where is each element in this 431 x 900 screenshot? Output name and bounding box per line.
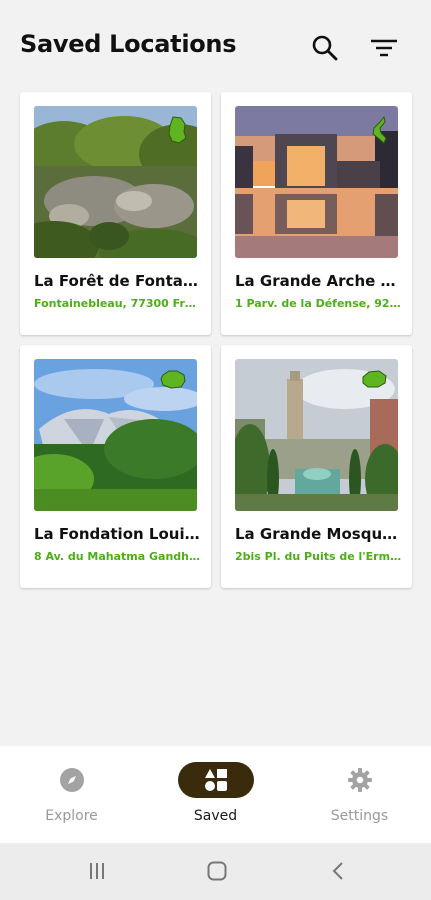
- recents-icon: [90, 863, 104, 879]
- nav-explore-icon-wrap: [34, 762, 110, 798]
- bottom-navigation: Explore Saved Settings: [0, 746, 431, 843]
- back-button[interactable]: [324, 858, 354, 884]
- search-button[interactable]: [307, 30, 343, 66]
- nav-saved-label: Saved: [193, 808, 238, 824]
- location-address: 1 Parv. de la Défense, 92800 Puteaux: [235, 297, 403, 310]
- grande-arche-photo: [235, 106, 398, 258]
- nav-saved[interactable]: Saved: [144, 746, 287, 843]
- app-header: Saved Locations: [0, 0, 431, 92]
- filter-button[interactable]: [366, 30, 402, 66]
- region-shape-icon: [168, 116, 187, 144]
- compass-icon: [59, 768, 84, 792]
- search-icon: [312, 35, 338, 61]
- region-shape-icon: [362, 370, 387, 388]
- nav-settings[interactable]: Settings: [288, 746, 431, 843]
- nav-saved-icon-wrap: [177, 762, 254, 798]
- home-button[interactable]: [202, 858, 232, 884]
- location-address: 2bis Pl. du Puits de l'Ermite, 75005 Par…: [235, 550, 403, 563]
- location-name: La Fondation Louis Vuitton: [34, 525, 202, 543]
- nav-explore[interactable]: Explore: [0, 746, 143, 843]
- locations-grid: La Forêt de Fontainebleau Fontainebleau,…: [20, 92, 412, 588]
- shapes-icon: [204, 769, 227, 791]
- location-card[interactable]: La Grande Arche de la Défense 1 Parv. de…: [221, 92, 412, 335]
- forest-photo: [34, 106, 197, 258]
- location-card[interactable]: La Forêt de Fontainebleau Fontainebleau,…: [20, 92, 211, 335]
- recents-button[interactable]: [82, 858, 112, 884]
- nav-explore-label: Explore: [45, 808, 98, 824]
- region-shape-icon: [160, 370, 186, 389]
- home-icon: [207, 861, 227, 881]
- location-address: Fontainebleau, 77300 France: [34, 297, 202, 310]
- location-card[interactable]: La Grande Mosquée de Paris 2bis Pl. du P…: [221, 345, 412, 588]
- region-shape-icon: [372, 116, 387, 144]
- location-name: La Grande Mosquée de Paris: [235, 525, 403, 543]
- nav-settings-icon-wrap: [322, 762, 398, 798]
- location-name: La Grande Arche de la Défense: [235, 272, 403, 290]
- location-address: 8 Av. du Mahatma Gandhi, 75116 Paris: [34, 550, 202, 563]
- fondation-photo: [34, 359, 197, 511]
- location-name: La Forêt de Fontainebleau: [34, 272, 202, 290]
- filter-icon: [371, 39, 397, 57]
- location-card[interactable]: La Fondation Louis Vuitton 8 Av. du Maha…: [20, 345, 211, 588]
- back-icon: [332, 862, 343, 880]
- gear-icon: [347, 768, 372, 792]
- mosque-photo: [235, 359, 398, 511]
- page-title: Saved Locations: [20, 30, 237, 58]
- nav-settings-label: Settings: [330, 808, 389, 824]
- system-navigation-bar: [0, 843, 431, 900]
